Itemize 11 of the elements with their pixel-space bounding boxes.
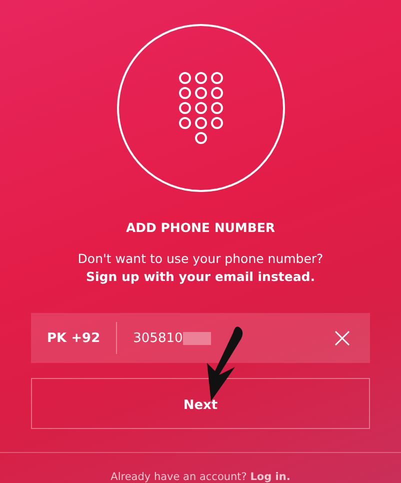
- phone-field[interactable]: PK +92 305810 ×: [31, 313, 370, 363]
- next-button[interactable]: Next: [31, 378, 370, 429]
- email-signup-link[interactable]: Sign up with your email instead.: [86, 268, 315, 286]
- screen-title: ADD PHONE NUMBER: [126, 220, 276, 235]
- login-link[interactable]: Log in.: [250, 471, 290, 483]
- login-prompt: Already have an account? Log in.: [110, 471, 292, 483]
- phone-number-value: 305810: [133, 330, 183, 346]
- redaction-mark: [182, 332, 211, 344]
- subtitle: Don't want to use your phone number?: [78, 250, 324, 268]
- clear-icon[interactable]: ×: [314, 324, 370, 352]
- country-code-selector[interactable]: PK +92: [31, 330, 116, 346]
